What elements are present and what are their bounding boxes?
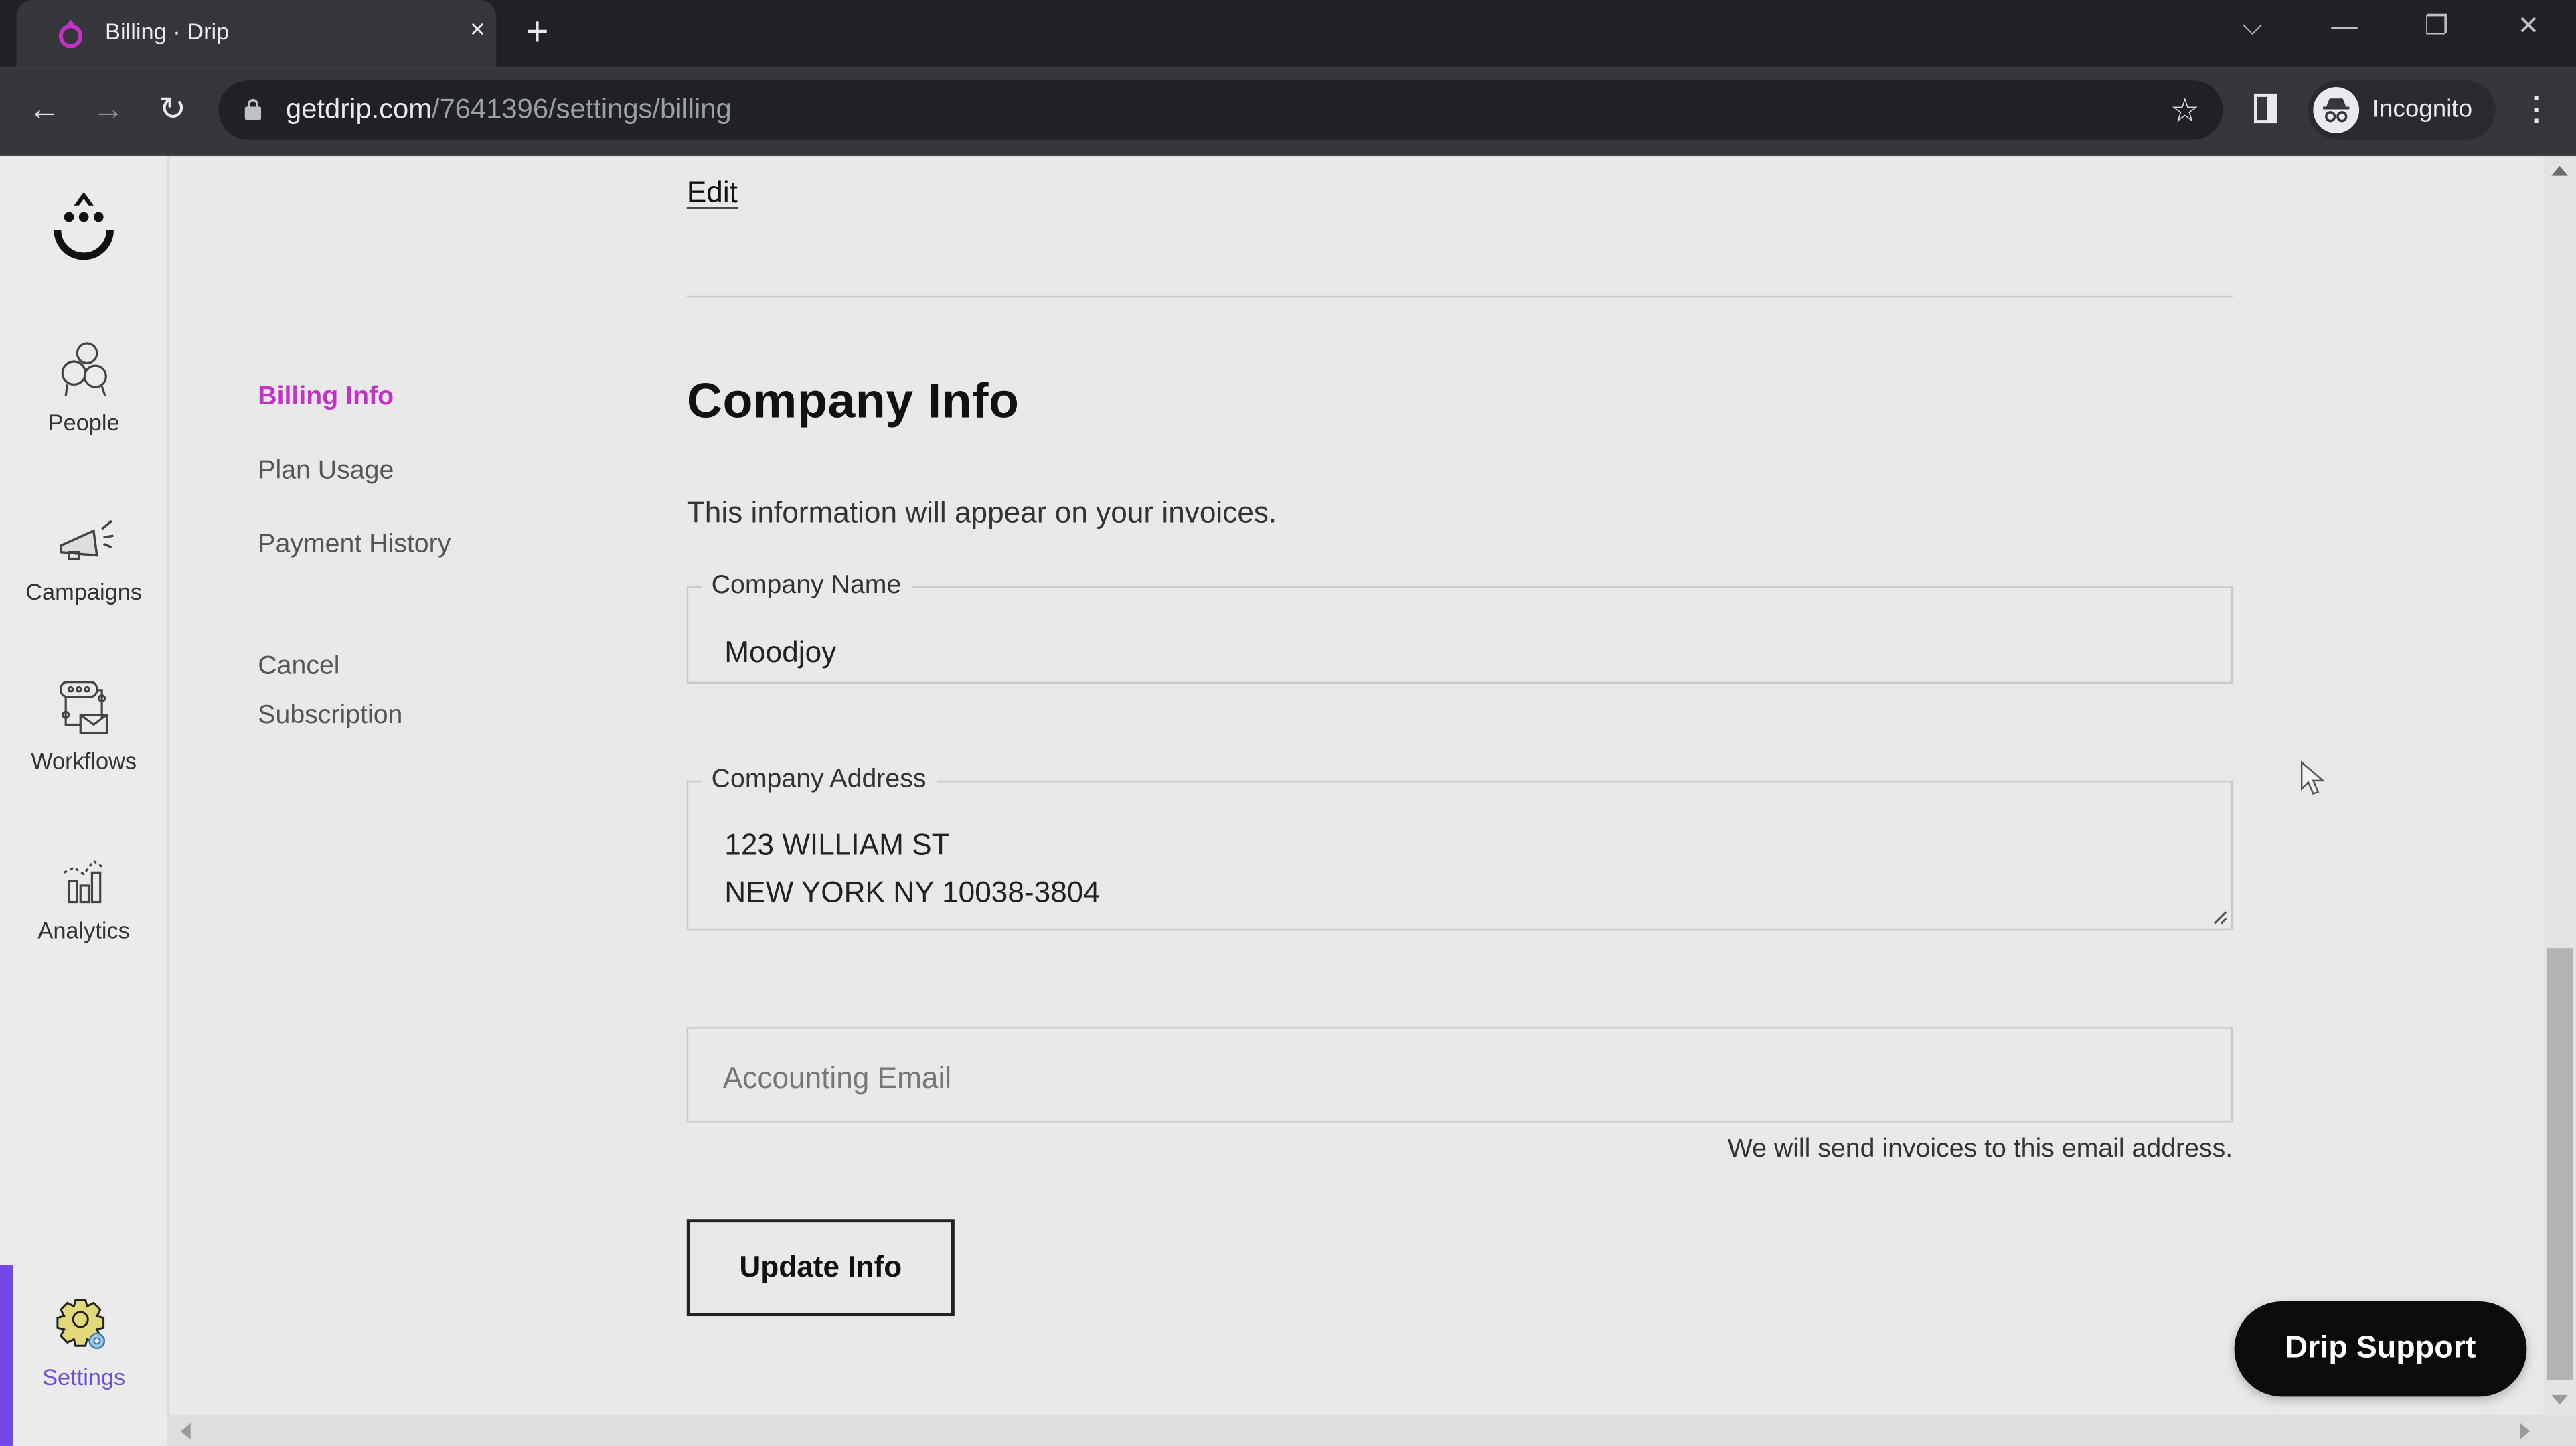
reload-button[interactable]: ↻ [149, 87, 195, 133]
incognito-profile-button[interactable]: Incognito [2308, 80, 2496, 140]
company-address-textarea[interactable] [724, 821, 2170, 931]
analytics-icon [63, 859, 104, 904]
drip-favicon-icon [58, 19, 83, 48]
minimize-button[interactable]: — [2320, 10, 2369, 46]
update-info-button[interactable]: Update Info [686, 1219, 955, 1317]
sidebar-item-settings[interactable]: Settings [0, 1291, 167, 1390]
email-hint: We will send invoices to this email addr… [1727, 1135, 2233, 1163]
tab-title: Billing · Drip [105, 17, 230, 45]
browser-menu-icon[interactable]: ⋮ [2520, 87, 2553, 133]
incognito-icon [2313, 87, 2360, 133]
tab-search-icon[interactable]: ⌵ [2228, 10, 2277, 46]
sidebar-item-analytics[interactable]: Analytics [0, 845, 167, 943]
app-page: People Campaigns Workflows Analytics Set… [0, 156, 2543, 1446]
company-name-input[interactable] [724, 627, 2170, 677]
subnav-payment-history[interactable]: Payment History [258, 521, 488, 570]
page-title: Company Info [686, 374, 1020, 429]
new-tab-button[interactable]: + [526, 11, 548, 54]
browser-toolbar: ← → ↻ getdrip.com/7641396/settings/billi… [0, 67, 2576, 157]
sidebar-label: Settings [42, 1364, 126, 1390]
scroll-left-arrow-icon[interactable] [180, 1423, 191, 1440]
back-button[interactable]: ← [21, 87, 68, 133]
lock-icon [244, 98, 262, 120]
edit-link[interactable]: Edit [687, 176, 738, 211]
horizontal-scrollbar[interactable] [167, 1415, 2543, 1446]
resize-handle-icon[interactable] [2211, 908, 2228, 925]
subnav-billing-info[interactable]: Billing Info [258, 373, 488, 422]
scroll-up-arrow-icon[interactable] [2551, 165, 2568, 176]
app-sidebar: People Campaigns Workflows Analytics Set… [0, 156, 169, 1446]
scroll-down-arrow-icon[interactable] [2551, 1394, 2568, 1405]
workflow-icon [60, 681, 108, 734]
accounting-email-input[interactable] [719, 1051, 2205, 1105]
subnav-cancel-subscription[interactable]: Cancel Subscription [258, 643, 488, 741]
section-divider [686, 295, 2233, 298]
scroll-right-arrow-icon[interactable] [2520, 1423, 2530, 1440]
sidebar-item-people[interactable]: People [0, 337, 167, 435]
company-name-label: Company Name [711, 572, 902, 600]
tab-close-icon[interactable]: × [470, 15, 485, 48]
drip-logo-icon[interactable] [51, 189, 116, 268]
address-bar[interactable]: getdrip.com/7641396/settings/billing ☆ [218, 80, 2223, 140]
profile-label: Incognito [2372, 95, 2473, 124]
sidebar-label: People [48, 409, 120, 436]
vertical-scroll-thumb[interactable] [2546, 948, 2573, 1380]
drip-support-button[interactable]: Drip Support [2234, 1301, 2527, 1397]
tab-billing[interactable]: Billing · Drip × [16, 0, 497, 68]
browser-window: Billing · Drip × + ⌵ — ❐ ✕ ← → ↻ getdrip… [0, 0, 2576, 1446]
sidebar-item-workflows[interactable]: Workflows [0, 675, 167, 774]
forward-button[interactable]: → [86, 87, 132, 133]
company-address-field: Company Address [686, 765, 2233, 931]
company-name-field: Company Name [686, 572, 2233, 684]
subnav-plan-usage[interactable]: Plan Usage [258, 447, 488, 497]
gear-icon [56, 1299, 106, 1350]
vertical-scrollbar[interactable] [2543, 156, 2576, 1415]
restore-button[interactable]: ❐ [2412, 10, 2462, 46]
megaphone-icon [60, 519, 114, 560]
sidebar-label: Campaigns [25, 578, 143, 605]
sidebar-item-campaigns[interactable]: Campaigns [0, 506, 167, 605]
section-description: This information will appear on your inv… [686, 496, 1277, 530]
tab-strip: Billing · Drip × + ⌵ — ❐ ✕ [0, 0, 2576, 68]
sidebar-label: Workflows [31, 747, 137, 775]
bookmark-star-icon[interactable]: ☆ [2170, 90, 2200, 131]
side-panel-icon[interactable] [2254, 93, 2277, 124]
company-address-label: Company Address [711, 765, 927, 794]
url-text: getdrip.com/7641396/settings/billing [286, 93, 732, 125]
accounting-email-field [686, 1027, 2233, 1123]
scrollbar-corner [2543, 1415, 2576, 1446]
people-icon [61, 342, 107, 397]
close-window-button[interactable]: ✕ [2504, 10, 2553, 46]
mouse-cursor-icon [2300, 760, 2326, 795]
sidebar-label: Analytics [37, 916, 130, 943]
